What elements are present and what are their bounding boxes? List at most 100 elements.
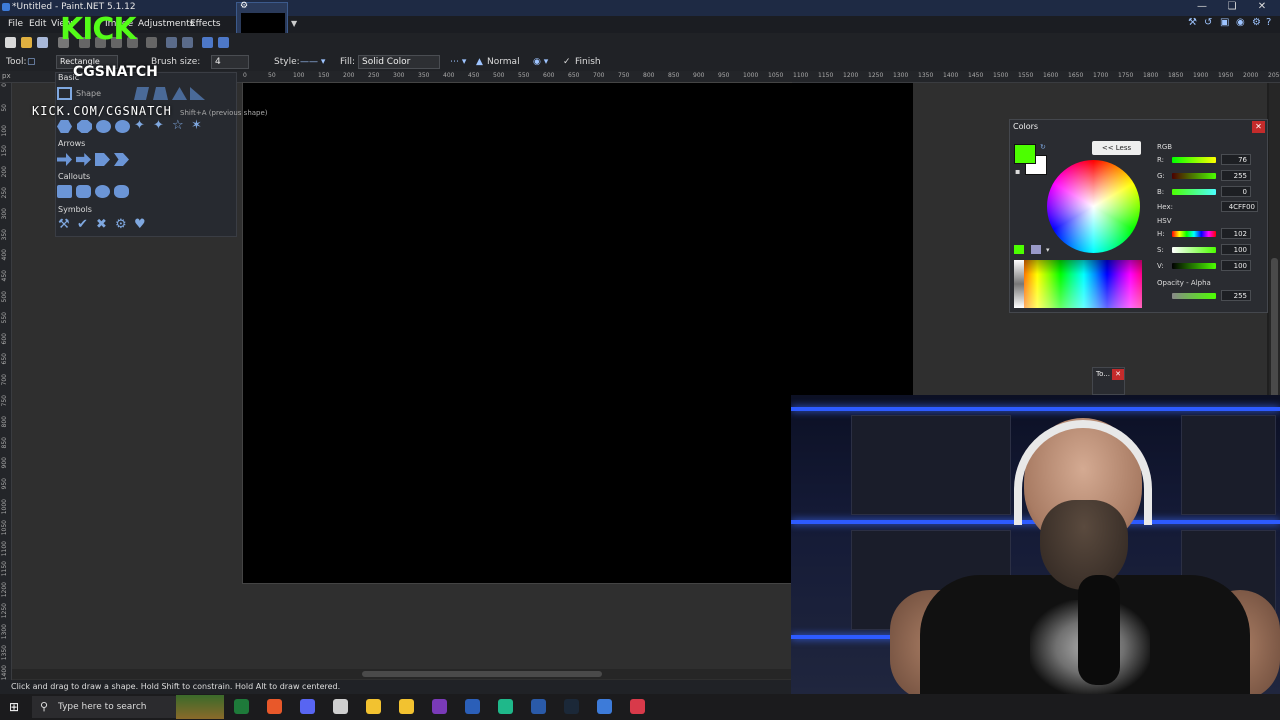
ruler-top-tick: 1100 xyxy=(793,72,809,79)
brush-size-input[interactable]: 4 xyxy=(211,55,249,69)
hex-input[interactable]: 4CFF00 xyxy=(1221,201,1258,212)
grid-icon[interactable] xyxy=(202,37,213,48)
gear-symbol-icon[interactable]: ⚙ xyxy=(115,217,127,232)
h-input[interactable]: 102 xyxy=(1221,228,1251,239)
menu-effects[interactable]: Effects xyxy=(190,19,221,29)
hammer-symbol-icon[interactable]: ⚒ xyxy=(58,217,70,232)
five-point-star-icon[interactable]: ☆ xyxy=(172,118,184,133)
g-slider[interactable] xyxy=(1172,173,1216,179)
deselect-icon[interactable] xyxy=(146,37,157,48)
s-slider[interactable] xyxy=(1172,247,1216,253)
colors-panel-close-button[interactable]: ✕ xyxy=(1252,121,1265,133)
undo-icon[interactable] xyxy=(166,37,177,48)
g-input[interactable]: 255 xyxy=(1221,170,1251,181)
rect-callout-icon[interactable] xyxy=(57,185,72,198)
windows-start-icon[interactable]: ⊞ xyxy=(9,700,19,714)
maps-pin-icon[interactable] xyxy=(630,699,645,714)
rounded-callout-icon[interactable] xyxy=(76,185,91,198)
less-button[interactable]: << Less xyxy=(1092,141,1141,155)
word-icon[interactable] xyxy=(465,699,480,714)
grayscale-palette[interactable] xyxy=(1014,260,1024,308)
checkmark-symbol-icon[interactable]: ✔ xyxy=(77,217,88,232)
steam-icon[interactable] xyxy=(564,699,579,714)
v-input[interactable]: 100 xyxy=(1221,260,1251,271)
ruler-top-tick: 300 xyxy=(393,72,405,79)
close-button[interactable]: ✕ xyxy=(1250,1,1274,12)
redo-icon[interactable] xyxy=(182,37,193,48)
hsv-label: HSV xyxy=(1157,217,1172,225)
new-file-icon[interactable] xyxy=(5,37,16,48)
primary-color-swatch[interactable] xyxy=(1014,144,1036,164)
history-window-icon[interactable]: ↺ xyxy=(1204,17,1212,28)
open-file-icon[interactable] xyxy=(21,37,32,48)
blend-mode-icon: ▲ xyxy=(476,57,483,67)
menu-file[interactable]: File xyxy=(8,19,23,29)
ruler-top-tick: 2050 xyxy=(1268,72,1280,79)
ellipse-callout-icon[interactable] xyxy=(95,185,110,198)
brush-icon[interactable] xyxy=(399,699,414,714)
antialias-icon[interactable]: ⋯ ▾ xyxy=(450,57,466,67)
x-symbol-icon[interactable]: ✖ xyxy=(96,217,107,232)
selection-mode-icon[interactable]: ◉ ▾ xyxy=(533,57,548,67)
app-icon[interactable] xyxy=(498,699,513,714)
v-slider[interactable] xyxy=(1172,263,1216,269)
tools-panel-close-button[interactable]: ✕ xyxy=(1112,369,1124,380)
alpha-input[interactable]: 255 xyxy=(1221,290,1251,301)
rectangle-shape-icon[interactable] xyxy=(57,87,72,100)
ruler-top-tick: 1050 xyxy=(768,72,784,79)
swap-colors-icon[interactable]: ↻ xyxy=(1040,143,1046,151)
four-point-star-icon[interactable]: ✦ xyxy=(153,118,164,133)
r-slider[interactable] xyxy=(1172,157,1216,163)
fill-select[interactable]: Solid Color xyxy=(358,55,440,69)
led-strip xyxy=(791,407,1280,411)
menu-adjustments[interactable]: Adjustments xyxy=(138,19,194,29)
tab-dropdown-icon[interactable]: ▼ xyxy=(291,19,297,28)
image-canvas[interactable] xyxy=(243,83,791,583)
ruler-toggle-icon[interactable] xyxy=(218,37,229,48)
heart-symbol-icon[interactable]: ♥ xyxy=(134,217,146,232)
six-point-star-icon[interactable]: ✶ xyxy=(191,118,202,133)
cloud-callout-icon[interactable] xyxy=(114,185,129,198)
three-point-star-icon[interactable]: ✦ xyxy=(134,118,145,133)
tools-window-icon[interactable]: ⚒ xyxy=(1188,17,1197,28)
ruler-top-tick: 1550 xyxy=(1018,72,1034,79)
horizontal-scrollbar[interactable] xyxy=(12,669,791,679)
g-label: G: xyxy=(1157,172,1165,180)
color-wheel[interactable] xyxy=(1047,160,1140,253)
colors-window-icon[interactable]: ◉ xyxy=(1236,17,1245,28)
seven-sided-shape-icon[interactable] xyxy=(96,120,111,133)
chatgpt-icon[interactable] xyxy=(333,699,348,714)
help-icon[interactable]: ? xyxy=(1266,17,1271,28)
horizontal-scroll-thumb[interactable] xyxy=(362,671,602,677)
file-explorer-icon[interactable] xyxy=(366,699,381,714)
r-input[interactable]: 76 xyxy=(1221,154,1251,165)
paintnet-icon[interactable] xyxy=(597,699,612,714)
s-input[interactable]: 100 xyxy=(1221,244,1251,255)
image-canvas-extension[interactable] xyxy=(791,83,913,395)
finish-button[interactable]: Finish xyxy=(575,57,601,67)
obs-icon[interactable] xyxy=(531,699,546,714)
alpha-slider[interactable] xyxy=(1172,293,1216,299)
firefox-icon[interactable] xyxy=(267,699,282,714)
b-slider[interactable] xyxy=(1172,189,1216,195)
menu-edit[interactable]: Edit xyxy=(29,19,46,29)
settings-icon[interactable]: ⚙ xyxy=(1252,17,1261,28)
minimize-button[interactable]: — xyxy=(1190,1,1214,12)
line-style-icon[interactable]: —— ▾ xyxy=(300,57,325,67)
add-to-palette-icon[interactable] xyxy=(1014,245,1024,254)
maximize-button[interactable]: ❏ xyxy=(1220,1,1244,12)
palette-dropdown-icon[interactable]: ▾ xyxy=(1046,246,1050,254)
excel-icon[interactable] xyxy=(234,699,249,714)
palette-menu-icon[interactable] xyxy=(1031,245,1041,254)
onenote-icon[interactable] xyxy=(432,699,447,714)
blend-mode-select[interactable]: Normal xyxy=(487,57,520,67)
shapes-tool-icon[interactable]: ▢ xyxy=(27,57,36,67)
reset-colors-icon[interactable]: ▪ xyxy=(1015,167,1020,176)
layers-window-icon[interactable]: ▣ xyxy=(1220,17,1229,28)
discord-icon[interactable] xyxy=(300,699,315,714)
save-icon[interactable] xyxy=(37,37,48,48)
b-input[interactable]: 0 xyxy=(1221,186,1251,197)
eight-sided-shape-icon[interactable] xyxy=(115,120,130,133)
v-label: V: xyxy=(1157,262,1164,270)
h-slider[interactable] xyxy=(1172,231,1216,237)
